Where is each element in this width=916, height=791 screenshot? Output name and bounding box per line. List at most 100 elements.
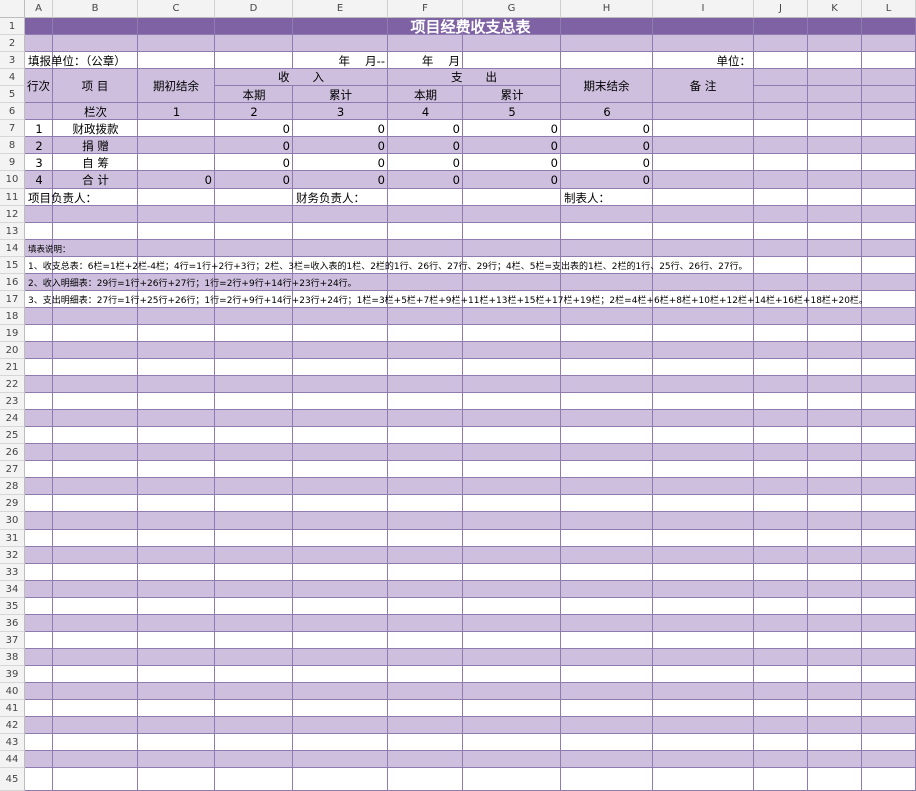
column-header[interactable]: D [215,0,293,18]
grid-cell[interactable] [862,206,916,223]
grid-cell[interactable] [293,35,388,52]
grid-cell[interactable] [388,359,463,376]
grid-cell[interactable] [754,461,808,478]
grid-cell[interactable] [561,495,653,512]
grid-cell[interactable] [463,427,561,444]
grid-cell[interactable] [388,410,463,427]
grid-cell[interactable] [808,495,862,512]
grid-cell[interactable] [653,734,754,751]
grid-cell[interactable] [463,768,561,791]
grid-cell[interactable] [561,393,653,410]
grid-cell[interactable] [215,717,293,734]
grid-cell[interactable] [293,564,388,581]
header-expense-current[interactable]: 本期 [388,86,463,103]
row-header[interactable]: 30 [0,512,25,530]
grid-cell[interactable] [388,598,463,615]
grid-cell[interactable] [754,52,808,69]
grid-cell[interactable] [653,666,754,683]
grid-cell[interactable] [53,410,138,427]
grid-cell[interactable] [463,461,561,478]
row-header[interactable]: 21 [0,359,25,376]
grid-cell[interactable] [53,683,138,700]
grid-cell[interactable] [25,206,53,223]
grid-cell[interactable] [561,427,653,444]
column-header[interactable]: C [138,0,215,18]
column-number-1[interactable]: 1 [138,103,215,120]
row-header[interactable]: 5 [0,86,25,103]
grid-cell[interactable] [808,768,862,791]
grid-cell[interactable] [25,325,53,342]
grid-cell[interactable] [561,683,653,700]
grid-cell[interactable] [862,530,916,547]
grid-cell[interactable] [138,240,215,257]
row-header[interactable]: 38 [0,649,25,666]
grid-cell[interactable] [463,495,561,512]
grid-cell[interactable] [561,530,653,547]
grid-cell[interactable] [653,478,754,495]
grid-cell[interactable] [653,512,754,530]
grid-cell[interactable] [463,393,561,410]
expense-current-cell[interactable]: 0 [388,171,463,189]
row-header[interactable]: 19 [0,325,25,342]
grid-cell[interactable] [862,751,916,768]
grid-cell[interactable] [463,410,561,427]
period-to-label[interactable]: 年 月 [388,52,463,69]
grid-cell[interactable] [138,666,215,683]
grid-cell[interactable] [653,751,754,768]
grid-cell[interactable] [808,171,862,189]
grid-cell[interactable] [138,581,215,598]
grid-cell[interactable] [754,189,808,206]
grid-cell[interactable] [754,427,808,444]
grid-cell[interactable] [561,598,653,615]
grid-cell[interactable] [138,308,215,325]
grid-cell[interactable] [653,700,754,717]
grid-cell[interactable] [754,547,808,564]
grid-cell[interactable] [215,768,293,791]
grid-cell[interactable] [138,461,215,478]
grid-cell[interactable] [754,376,808,393]
grid-cell[interactable] [293,240,388,257]
grid-cell[interactable] [293,393,388,410]
grid-cell[interactable] [215,478,293,495]
column-header[interactable]: A [25,0,53,18]
grid-cell[interactable] [653,410,754,427]
income-cumulative-cell[interactable]: 0 [293,171,388,189]
select-all-corner[interactable] [0,0,25,18]
grid-cell[interactable] [293,768,388,791]
column-header[interactable]: H [561,0,653,18]
row-header[interactable]: 17 [0,291,25,308]
opening-cell[interactable] [138,120,215,137]
grid-cell[interactable] [653,547,754,564]
grid-cell[interactable] [215,189,293,206]
grid-cell[interactable] [561,649,653,666]
header-row-no[interactable]: 行次 [25,69,53,103]
grid-cell[interactable] [215,751,293,768]
grid-cell[interactable] [808,189,862,206]
grid-cell[interactable] [138,359,215,376]
grid-cell[interactable] [138,495,215,512]
grid-cell[interactable] [138,410,215,427]
project-leader-label[interactable]: 项目负责人： [25,189,138,206]
grid-cell[interactable] [862,427,916,444]
grid-cell[interactable] [561,35,653,52]
grid-cell[interactable] [754,734,808,751]
grid-cell[interactable] [215,410,293,427]
grid-cell[interactable] [25,547,53,564]
grid-cell[interactable] [754,564,808,581]
header-income-current[interactable]: 本期 [215,86,293,103]
header-remarks[interactable]: 备 注 [653,69,754,103]
grid-cell[interactable] [561,376,653,393]
grid-cell[interactable] [293,717,388,734]
grid-cell[interactable] [463,717,561,734]
grid-cell[interactable] [138,615,215,632]
grid-cell[interactable] [215,359,293,376]
grid-cell[interactable] [215,632,293,649]
closing-cell[interactable]: 0 [561,137,653,154]
row-header[interactable]: 16 [0,274,25,291]
grid-cell[interactable] [25,410,53,427]
grid-cell[interactable] [293,649,388,666]
grid-cell[interactable] [754,512,808,530]
grid-cell[interactable] [138,342,215,359]
grid-cell[interactable] [388,427,463,444]
row-header[interactable]: 20 [0,342,25,359]
